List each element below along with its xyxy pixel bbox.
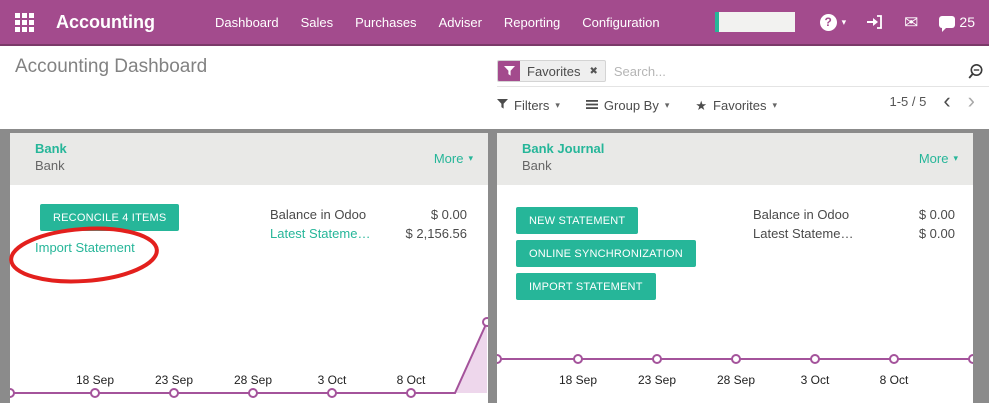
menu-sales[interactable]: Sales xyxy=(301,15,334,30)
x-axis-label: 23 Sep xyxy=(627,373,687,387)
import-statement-link[interactable]: Import Statement xyxy=(35,240,135,255)
star-icon: ★ xyxy=(695,99,707,112)
info-row: Latest Stateme… $ 0.00 xyxy=(753,224,955,243)
chevron-down-icon: ▾ xyxy=(468,154,473,163)
pager-range: 1-5 / 5 xyxy=(889,94,926,109)
group-by-label: Group By xyxy=(604,98,659,113)
user-menu[interactable] xyxy=(715,12,795,32)
bars-icon xyxy=(586,98,598,113)
new-statement-button[interactable]: NEW STATEMENT xyxy=(516,207,638,234)
card-subtitle: Bank xyxy=(522,158,958,173)
search-bar[interactable]: Favorites ✖ xyxy=(497,56,989,87)
navbar-systray: ? ▾ ✉ 25 xyxy=(715,0,975,44)
balance-label: Balance in Odoo xyxy=(270,205,366,224)
bank-journal-card-header: Bank Journal Bank More ▾ xyxy=(497,133,973,185)
page-title: Accounting Dashboard xyxy=(15,56,207,78)
latest-statement-value: $ 2,156.56 xyxy=(406,224,467,243)
pager: 1-5 / 5 ‹ › xyxy=(889,90,975,112)
search-facet-favorites[interactable]: Favorites ✖ xyxy=(497,60,606,82)
apps-grid-icon[interactable] xyxy=(15,13,34,32)
help-menu[interactable]: ? ▾ xyxy=(820,14,847,31)
search-icon[interactable] xyxy=(968,63,989,80)
chat-bubble-icon xyxy=(939,16,955,28)
facet-remove-icon[interactable]: ✖ xyxy=(587,61,604,81)
x-axis-label: 8 Oct xyxy=(381,373,441,387)
sign-in-icon[interactable] xyxy=(867,14,883,30)
more-label: More xyxy=(434,151,464,166)
balance-value: $ 0.00 xyxy=(431,205,467,224)
bank-card-header: Bank Bank More ▾ xyxy=(10,133,488,185)
help-icon: ? xyxy=(820,14,837,31)
info-row: Balance in Odoo $ 0.00 xyxy=(270,205,467,224)
online-synchronization-button[interactable]: ONLINE SYNCHRONIZATION xyxy=(516,240,696,267)
main-menu: Dashboard Sales Purchases Adviser Report… xyxy=(215,15,660,30)
balance-value: $ 0.00 xyxy=(919,205,955,224)
reconcile-items-button[interactable]: RECONCILE 4 ITEMS xyxy=(40,204,179,231)
favorites-button[interactable]: ★ Favorites ▾ xyxy=(695,98,777,113)
latest-statement-label: Latest Stateme… xyxy=(753,224,853,243)
menu-reporting[interactable]: Reporting xyxy=(504,15,560,30)
chevron-down-icon: ▾ xyxy=(953,154,958,163)
import-statement-button[interactable]: IMPORT STATEMENT xyxy=(516,273,656,300)
chevron-down-icon: ▾ xyxy=(773,101,778,110)
bank-journal-card: Bank Journal Bank More ▾ NEW STATEMENT O… xyxy=(497,133,973,403)
x-axis-label: 3 Oct xyxy=(785,373,845,387)
messages-envelope-icon[interactable]: ✉ xyxy=(904,14,918,31)
chevron-down-icon: ▾ xyxy=(842,18,847,27)
favorites-label: Favorites xyxy=(713,98,766,113)
app-brand[interactable]: Accounting xyxy=(56,12,155,33)
control-panel: Accounting Dashboard Favorites ✖ Filters… xyxy=(0,46,989,129)
x-axis-label: 18 Sep xyxy=(548,373,608,387)
filters-label: Filters xyxy=(514,98,549,113)
messages-count-badge: 25 xyxy=(959,14,975,30)
chevron-down-icon: ▾ xyxy=(555,101,560,110)
x-axis-label: 28 Sep xyxy=(706,373,766,387)
card-title[interactable]: Bank Journal xyxy=(522,141,958,156)
chevron-down-icon: ▾ xyxy=(665,101,670,110)
balance-label: Balance in Odoo xyxy=(753,205,849,224)
bank-card: Bank Bank More ▾ RECONCILE 4 ITEMS Impor… xyxy=(10,133,488,403)
x-axis-label: 28 Sep xyxy=(223,373,283,387)
pager-previous-icon[interactable]: ‹ xyxy=(943,90,950,112)
card-more-button[interactable]: More ▾ xyxy=(434,151,473,166)
top-navbar: Accounting Dashboard Sales Purchases Adv… xyxy=(0,0,989,46)
search-input[interactable] xyxy=(606,64,968,79)
menu-adviser[interactable]: Adviser xyxy=(439,15,482,30)
x-axis-label: 18 Sep xyxy=(65,373,125,387)
card-title[interactable]: Bank xyxy=(35,141,473,156)
menu-configuration[interactable]: Configuration xyxy=(582,15,659,30)
card-info: Balance in Odoo $ 0.00 Latest Stateme… $… xyxy=(270,205,467,243)
more-label: More xyxy=(919,151,949,166)
x-axis-label: 8 Oct xyxy=(864,373,924,387)
pager-next-icon[interactable]: › xyxy=(968,90,975,112)
group-by-button[interactable]: Group By ▾ xyxy=(586,98,669,113)
info-row: Balance in Odoo $ 0.00 xyxy=(753,205,955,224)
search-options-row: Filters ▾ Group By ▾ ★ Favorites ▾ xyxy=(497,94,777,116)
card-more-button[interactable]: More ▾ xyxy=(919,151,958,166)
dashboard-content: Bank Bank More ▾ RECONCILE 4 ITEMS Impor… xyxy=(0,129,989,403)
filters-button[interactable]: Filters ▾ xyxy=(497,98,560,113)
card-info: Balance in Odoo $ 0.00 Latest Stateme… $… xyxy=(753,205,955,243)
filter-funnel-icon xyxy=(497,98,508,113)
discuss-messages-button[interactable]: 25 xyxy=(939,14,975,30)
menu-dashboard[interactable]: Dashboard xyxy=(215,15,279,30)
info-row: Latest Stateme… $ 2,156.56 xyxy=(270,224,467,243)
card-subtitle: Bank xyxy=(35,158,473,173)
facet-label: Favorites xyxy=(520,61,587,81)
menu-purchases[interactable]: Purchases xyxy=(355,15,416,30)
x-axis-label: 23 Sep xyxy=(144,373,204,387)
latest-statement-value: $ 0.00 xyxy=(919,224,955,243)
x-axis-label: 3 Oct xyxy=(302,373,362,387)
latest-statement-link[interactable]: Latest Stateme… xyxy=(270,224,370,243)
filter-funnel-icon xyxy=(498,61,520,81)
